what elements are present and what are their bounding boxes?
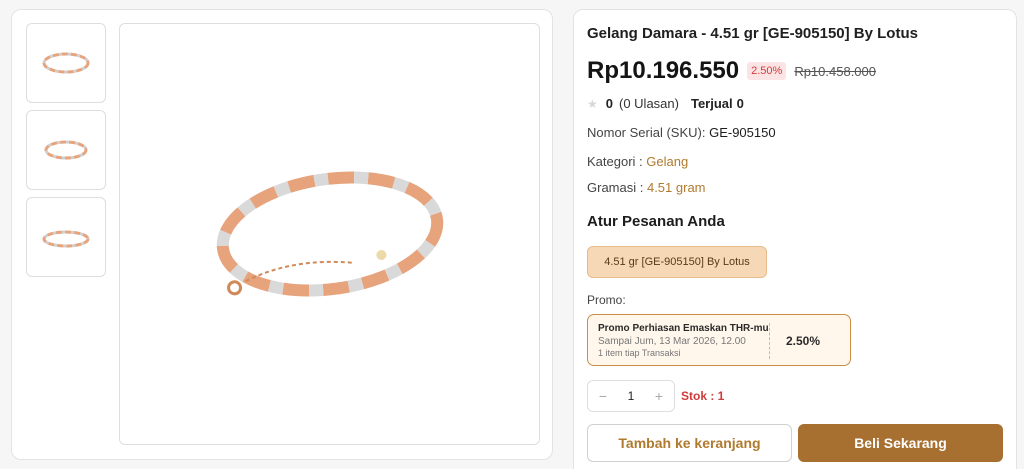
promo-label: Promo: xyxy=(587,293,626,307)
promo-card[interactable]: Promo Perhiasan Emaskan THR-mu Sampai Ju… xyxy=(587,314,851,366)
add-to-cart-button[interactable]: Tambah ke keranjang xyxy=(587,424,792,462)
bracelet-thumbnail-icon xyxy=(44,140,88,160)
discount-badge: 2.50% xyxy=(747,62,787,80)
buy-now-button[interactable]: Beli Sekarang xyxy=(798,424,1003,462)
order-section-title: Atur Pesanan Anda xyxy=(587,213,725,230)
rating-row: ★ 0 (0 Ulasan) Terjual 0 xyxy=(587,96,744,111)
weight-line: Gramasi : 4.51 gram xyxy=(587,180,706,195)
bracelet-image xyxy=(216,171,443,297)
quantity-value[interactable]: 1 xyxy=(628,389,635,403)
sku-line: Nomor Serial (SKU): GE-905150 xyxy=(587,125,776,140)
review-count[interactable]: (0 Ulasan) xyxy=(619,96,679,111)
sku-label: Nomor Serial (SKU): xyxy=(587,125,706,140)
product-gallery xyxy=(11,9,553,460)
original-price: Rp10.458.000 xyxy=(794,63,876,79)
bracelet-thumbnail-icon xyxy=(42,230,90,248)
increment-button[interactable]: + xyxy=(652,388,666,404)
quantity-stepper: − 1 + xyxy=(587,380,675,412)
weight-value: 4.51 gram xyxy=(646,180,706,195)
current-price: Rp10.196.550 xyxy=(587,57,740,84)
sold-label: Terjual xyxy=(690,96,733,111)
thumbnail-1[interactable] xyxy=(26,23,106,103)
promo-name: Promo Perhiasan Emaskan THR-mu xyxy=(598,323,769,334)
category-label: Kategori : xyxy=(587,154,643,169)
rating-value: 0 xyxy=(605,96,613,111)
stock-indicator: Stok : 1 xyxy=(681,389,725,403)
sold-count: 0 xyxy=(736,96,744,111)
thumbnail-3[interactable] xyxy=(26,197,106,277)
category-line: Kategori : Gelang xyxy=(587,154,688,169)
star-icon: ★ xyxy=(587,96,598,111)
main-product-image[interactable] xyxy=(119,23,540,445)
thumbnail-2[interactable] xyxy=(26,110,106,190)
sku-value: GE-905150 xyxy=(709,125,776,140)
category-link[interactable]: Gelang xyxy=(646,154,688,169)
product-info-panel: Gelang Damara - 4.51 gr [GE-905150] By L… xyxy=(573,9,1017,469)
decrement-button[interactable]: − xyxy=(596,388,610,404)
variant-option[interactable]: 4.51 gr [GE-905150] By Lotus xyxy=(587,246,767,278)
bracelet-thumbnail-icon xyxy=(42,52,90,74)
promo-expiry: Sampai Jum, 13 Mar 2026, 12.00 xyxy=(598,336,746,347)
price-row: Rp10.196.550 2.50% Rp10.458.000 xyxy=(587,57,876,85)
promo-limit: 1 item tiap Transaksi xyxy=(598,348,681,358)
promo-divider xyxy=(769,323,770,359)
promo-percent: 2.50% xyxy=(786,334,821,348)
product-title: Gelang Damara - 4.51 gr [GE-905150] By L… xyxy=(587,25,918,42)
weight-label: Gramasi : xyxy=(587,180,644,195)
